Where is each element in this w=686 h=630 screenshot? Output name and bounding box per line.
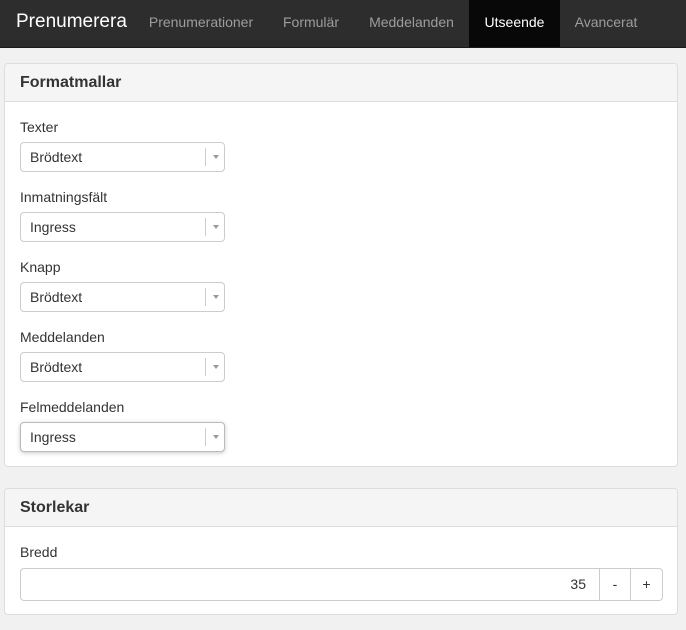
inmatningsfalt-label: Inmatningsfält [20, 189, 108, 205]
texter-select[interactable]: Brödtext [20, 142, 225, 172]
meddelanden-select[interactable]: Brödtext [20, 352, 225, 382]
inmatningsfalt-select[interactable]: Ingress [20, 212, 225, 242]
chevron-down-icon [213, 365, 219, 369]
chevron-down-icon [213, 155, 219, 159]
nav-tab-prenumerationer[interactable]: Prenumerationer [134, 0, 268, 47]
knapp-select[interactable]: Brödtext [20, 282, 225, 312]
top-navbar: Prenumerera Prenumerationer Formulär Med… [0, 0, 686, 48]
storlekar-heading: Storlekar [5, 489, 677, 527]
nav-tab-formular[interactable]: Formulär [268, 0, 354, 47]
felmeddelanden-label: Felmeddelanden [20, 399, 125, 415]
texter-select-value: Brödtext [30, 149, 83, 165]
knapp-select-value: Brödtext [30, 289, 83, 305]
increment-button[interactable]: + [630, 568, 663, 601]
chevron-down-icon [213, 225, 219, 229]
select-divider [205, 428, 206, 446]
texter-label: Texter [20, 119, 59, 135]
knapp-label: Knapp [20, 259, 61, 275]
nav-tab-avancerat[interactable]: Avancerat [560, 0, 652, 47]
meddelanden-label: Meddelanden [20, 329, 105, 345]
brand-title[interactable]: Prenumerera [16, 12, 127, 32]
inmatningsfalt-select-value: Ingress [30, 219, 76, 235]
select-divider [205, 218, 206, 236]
select-divider [205, 358, 206, 376]
nav-tab-meddelanden[interactable]: Meddelanden [354, 0, 469, 47]
formatmallar-heading: Formatmallar [5, 64, 677, 102]
decrement-button[interactable]: - [599, 568, 631, 601]
nav-tab-utseende[interactable]: Utseende [469, 0, 560, 47]
felmeddelanden-select[interactable]: Ingress [20, 422, 225, 452]
select-divider [205, 288, 206, 306]
bredd-label: Bredd [20, 544, 58, 560]
bredd-stepper: 35 - + [20, 568, 663, 601]
chevron-down-icon [213, 295, 219, 299]
chevron-down-icon [213, 435, 219, 439]
meddelanden-select-value: Brödtext [30, 359, 83, 375]
formatmallar-panel: Formatmallar Texter Brödtext Inmatningsf… [4, 63, 678, 467]
storlekar-panel: Storlekar Bredd 35 - + [4, 488, 678, 615]
felmeddelanden-select-value: Ingress [30, 429, 76, 445]
bredd-input[interactable]: 35 [20, 568, 599, 601]
select-divider [205, 148, 206, 166]
